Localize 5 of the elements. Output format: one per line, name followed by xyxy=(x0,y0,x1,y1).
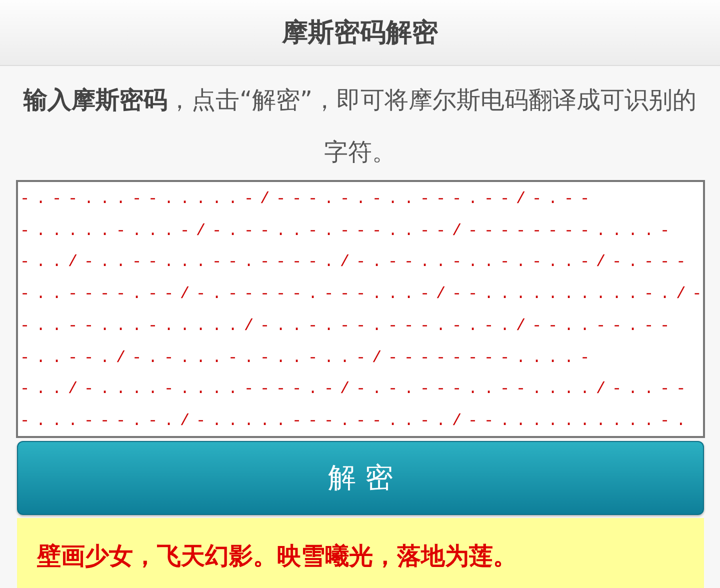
instruction-text: 输入摩斯密码，点击“解密”，即可将摩尔斯电码翻译成可识别的字符。 xyxy=(22,85,698,168)
page-title: 摩斯密码解密 xyxy=(282,17,438,50)
result-text: 壁画少女，飞天幻影。映雪曦光，落地为莲。 xyxy=(37,541,518,572)
morse-input-field[interactable]: -.--...--.....-/---.-.-..---.--/-.-- -.....-...-/-.--..-.---..--/--------....- -../-..--...--.----./-.--..-..-.-..-/-.--- -..----.--/-.-----.---...-/--..........-./- -..--...-...../-..-.--.---.-.-./--..--.-- -..--./-.-...-.-..-..-/--------....- -../-....-....----.-/-.-.---..--..../-..-- -...---.-./-.....---.--..-./--..........-. xyxy=(16,180,705,438)
decrypt-button[interactable]: 解 密 xyxy=(17,441,704,515)
